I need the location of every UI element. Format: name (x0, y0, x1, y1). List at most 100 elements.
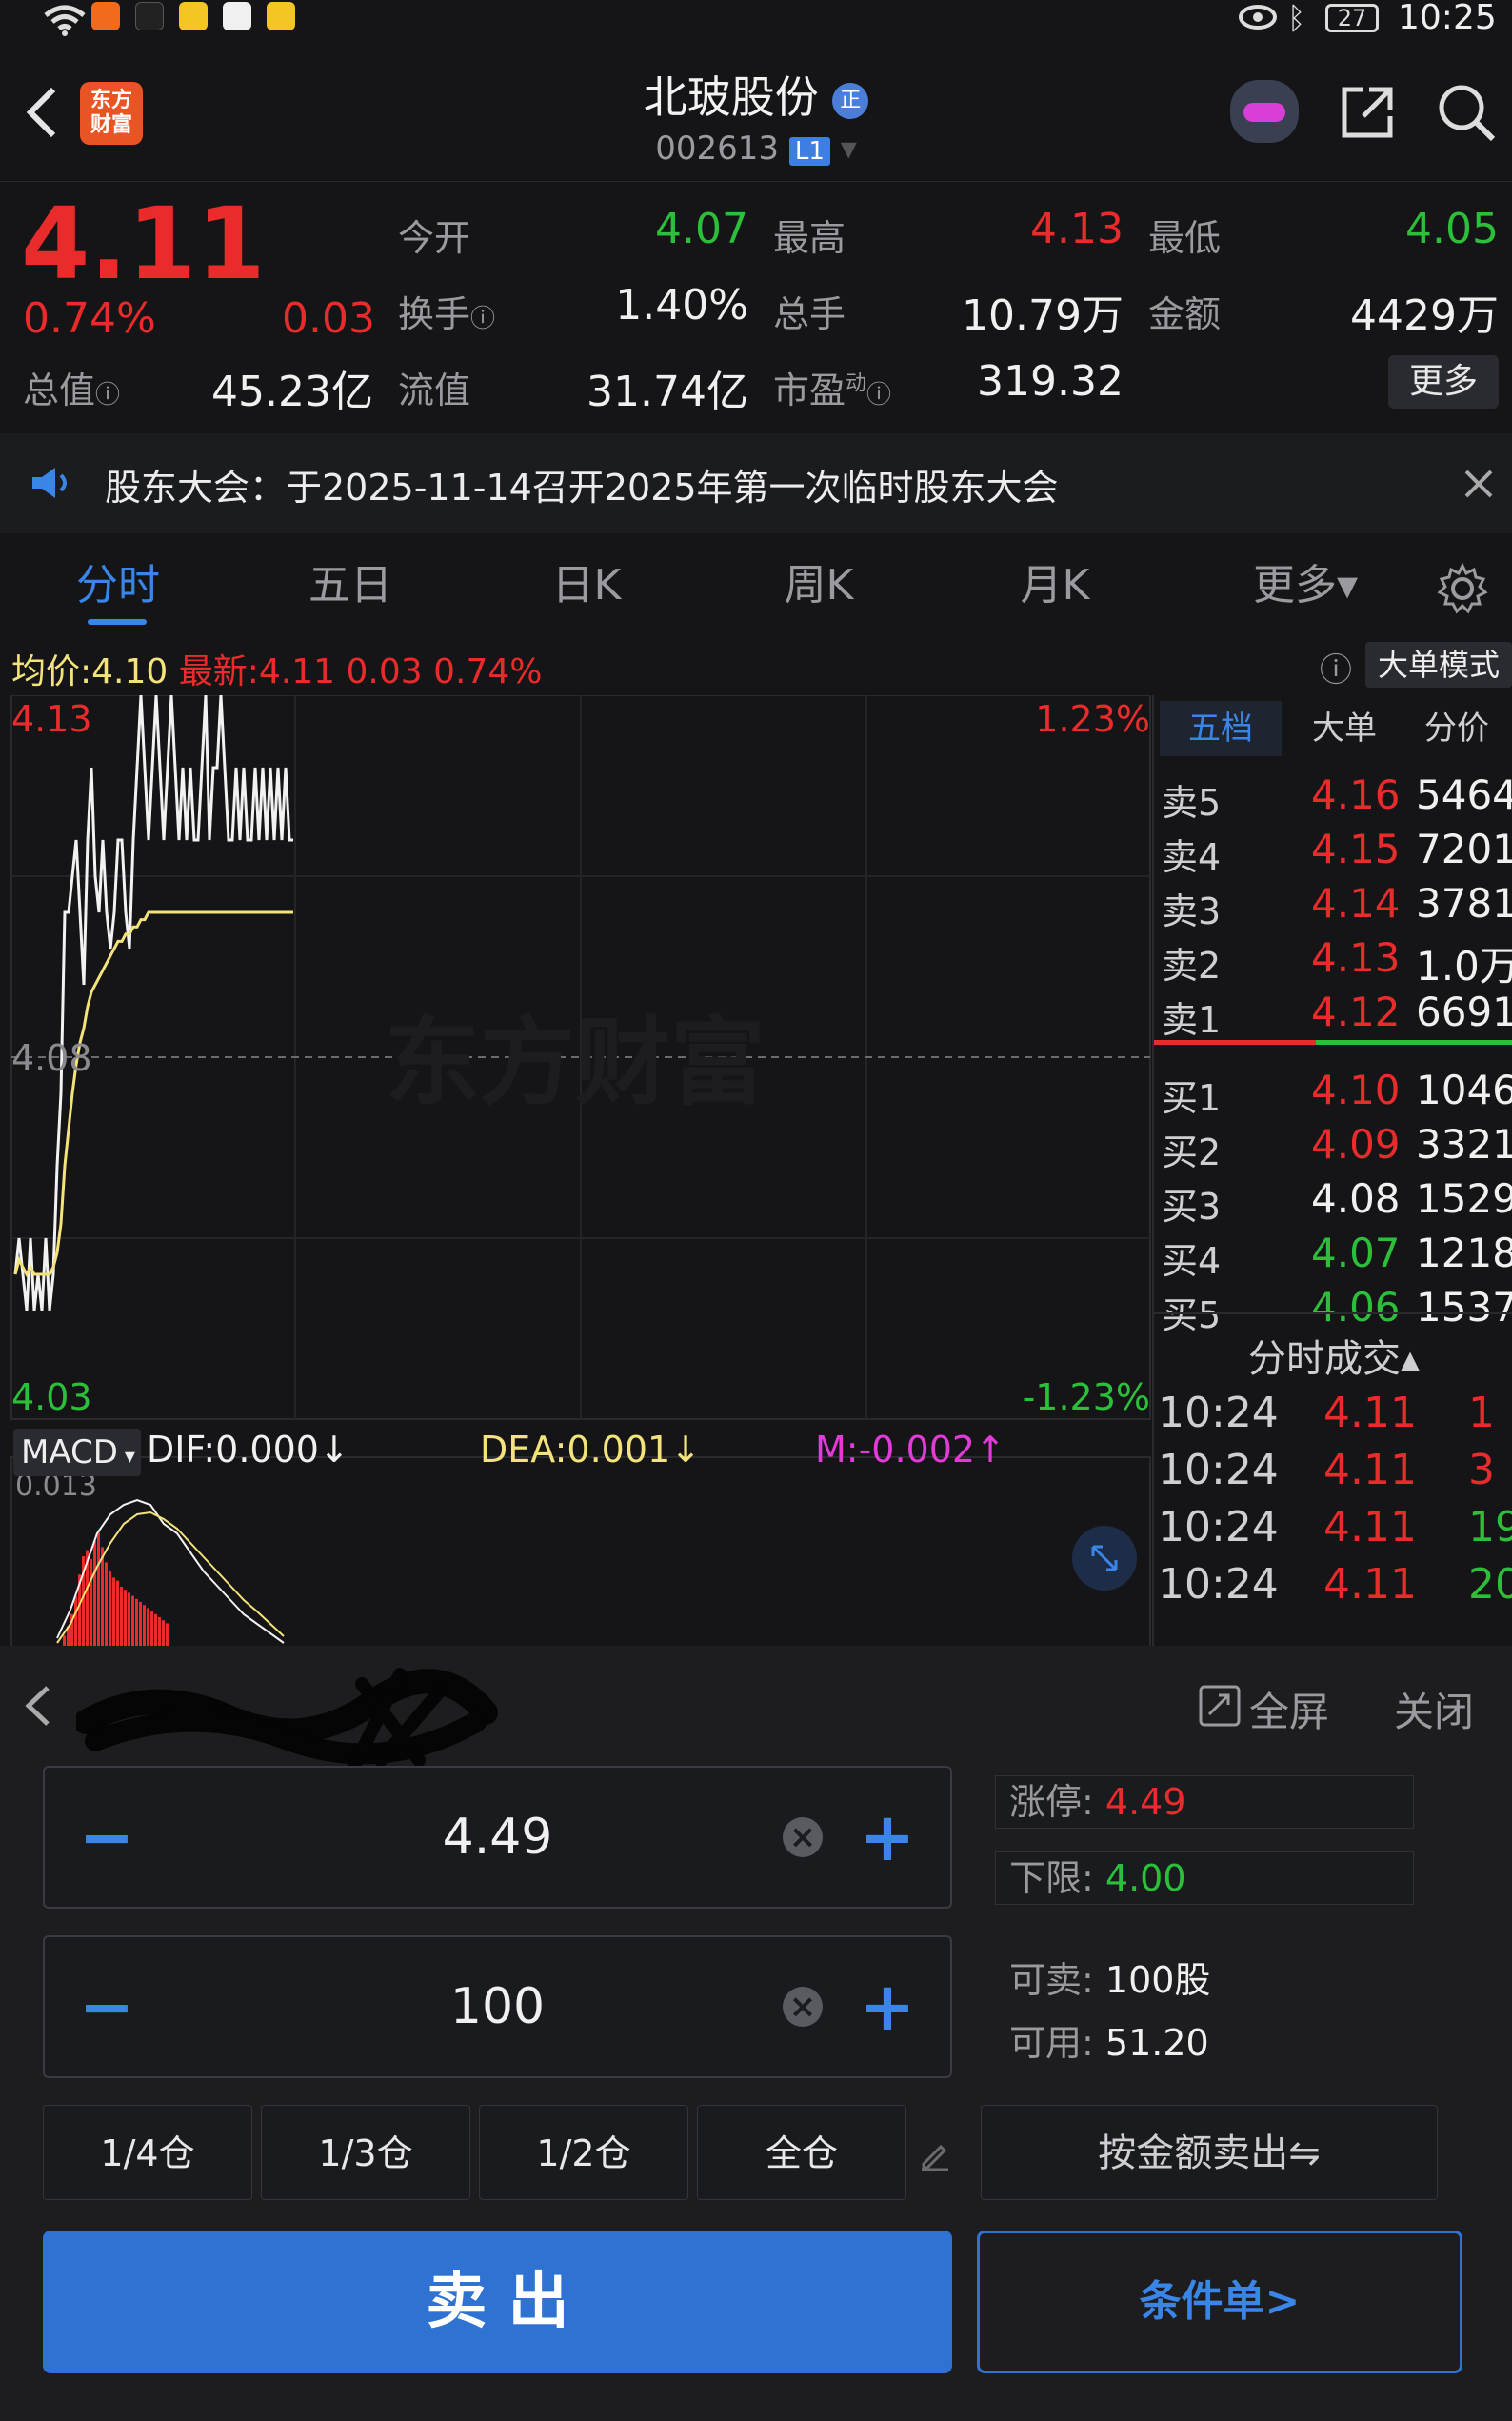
ask-level-row[interactable]: 卖5 4.16 5464 (1154, 770, 1512, 824)
macd-bar (74, 1595, 77, 1648)
level-label: 买2 (1162, 1131, 1222, 1173)
position-quarter-button[interactable]: 1/4仓 (43, 2105, 252, 2200)
ask-level-row[interactable]: 卖2 4.13 1.0万 (1154, 932, 1512, 990)
sellable-info: 可卖: 100股 (1009, 1959, 1211, 2001)
level-volume: 1218 (1416, 1230, 1512, 1276)
ask-level-row[interactable]: 卖1 4.12 6691 (1154, 987, 1512, 1041)
amount-value: 4429万 (1350, 291, 1499, 340)
close-icon[interactable] (1462, 468, 1495, 500)
level-price: 4.06 (1311, 1284, 1401, 1331)
panel-back-icon[interactable] (19, 1682, 57, 1730)
ask-level-row[interactable]: 卖4 4.15 7201 (1154, 824, 1512, 878)
axis-bottom-pct: -1.23% (1023, 1376, 1150, 1418)
tab-price-dist[interactable]: 分价 (1409, 701, 1504, 756)
expand-icon[interactable] (1072, 1526, 1137, 1591)
level-price: 4.10 (1311, 1067, 1401, 1113)
chevron-down-icon: ▾ (840, 130, 857, 168)
axis-bottom-price: 4.03 (11, 1376, 92, 1418)
tab-monthly-k[interactable]: 月K (994, 533, 1116, 638)
tab-five-levels[interactable]: 五档 (1160, 701, 1282, 756)
level-price: 4.09 (1311, 1121, 1401, 1168)
qty-plus-button[interactable]: + (845, 1937, 930, 2076)
macd-bar (128, 1592, 130, 1648)
settings-gear-icon[interactable] (1436, 562, 1489, 615)
verified-badge-icon: 正 (832, 82, 869, 119)
order-book-panel: 五档 大单 分价 卖5 4.16 5464 卖4 4.15 7201 卖3 4.14 3781 卖… (1152, 695, 1512, 1648)
lower-limit-info[interactable]: 下限: 4.00 (995, 1851, 1414, 1905)
macd-bar (131, 1595, 134, 1648)
quantity-stepper[interactable]: − 100 × + (43, 1935, 952, 2078)
active-tab-indicator (88, 619, 147, 625)
trade-price: 4.11 (1323, 1446, 1417, 1494)
limit-up-info[interactable]: 涨停: 4.49 (995, 1775, 1414, 1829)
trade-row: 10:24 4.11 3 (1154, 1446, 1512, 1503)
level-label: 卖2 (1162, 945, 1222, 987)
macd-bar (97, 1531, 100, 1648)
axis-mid-price: 4.08 (11, 1037, 92, 1079)
share-icon[interactable] (1337, 82, 1398, 143)
bluetooth-icon: ᛒ (1287, 0, 1306, 36)
price-plus-button[interactable]: + (845, 1768, 930, 1907)
robot-assistant-icon[interactable] (1230, 80, 1299, 143)
tab-more[interactable]: 更多▾ (1234, 533, 1377, 638)
level-label: 买4 (1162, 1240, 1222, 1282)
trade-volume: 20 (1468, 1560, 1512, 1609)
sell-button[interactable]: 卖 出 (43, 2231, 952, 2373)
conditional-order-button[interactable]: 条件单> (977, 2231, 1462, 2373)
position-full-button[interactable]: 全仓 (697, 2105, 906, 2200)
tab-five-day[interactable]: 五日 (289, 533, 411, 638)
sell-by-amount-button[interactable]: 按金额卖出⇋ (981, 2105, 1438, 2200)
open-value: 4.07 (655, 205, 748, 253)
level-price: 4.16 (1311, 771, 1401, 818)
macd-selector[interactable]: MACD ▾ (13, 1429, 141, 1476)
macd-bar (93, 1541, 96, 1648)
price-clear-icon[interactable]: × (783, 1817, 823, 1857)
bid-level-row[interactable]: 买2 4.09 3321 (1154, 1119, 1512, 1173)
bid-level-row[interactable]: 买4 4.07 1218 (1154, 1228, 1512, 1282)
axis-top-pct: 1.23% (1035, 698, 1150, 740)
help-icon[interactable]: ⓘ (1320, 644, 1352, 690)
wifi-icon (44, 5, 86, 36)
position-half-button[interactable]: 1/2仓 (479, 2105, 688, 2200)
trades-header[interactable]: 分时成交▴ (1154, 1328, 1512, 1383)
bid-level-row[interactable]: 买1 4.10 1046 (1154, 1065, 1512, 1119)
high-label: 最高 (773, 217, 846, 259)
app-a-icon (179, 2, 208, 30)
macd-bar (101, 1547, 104, 1648)
level-price: 4.08 (1311, 1175, 1401, 1222)
level-volume: 1529 (1416, 1175, 1512, 1222)
float-value: 31.74亿 (587, 368, 748, 416)
tab-big-orders[interactable]: 大单 (1297, 701, 1392, 756)
stock-header: 东方 财富 北玻股份 正 002613 L1 ▾ (0, 38, 1512, 181)
fullscreen-button[interactable]: 全屏 (1249, 1680, 1329, 1738)
notice-text: 股东大会：于2025-11-14召开2025年第一次临时股东大会 (105, 467, 1059, 509)
level-volume: 1537 (1416, 1284, 1512, 1331)
intraday-chart-svg[interactable]: 东方财富 4.13 4.08 4.03 1.23% -1.23% 0.013 (0, 695, 1152, 1648)
trade-price: 4.11 (1323, 1389, 1417, 1437)
search-icon[interactable] (1436, 82, 1497, 143)
level-volume: 1046 (1416, 1067, 1512, 1113)
level-price: 4.15 (1311, 826, 1401, 872)
price-stepper[interactable]: − 4.49 × + (43, 1766, 952, 1909)
macd-bar (143, 1605, 146, 1648)
battery-icon: 27 (1325, 4, 1379, 32)
more-button[interactable]: 更多 (1388, 355, 1499, 409)
notice-bar[interactable]: 股东大会：于2025-11-14召开2025年第一次临时股东大会 (0, 433, 1512, 533)
edit-pencil-icon[interactable] (918, 2137, 952, 2171)
status-bar: ᛒ 27 10:25 (0, 0, 1512, 38)
tab-daily-k[interactable]: 日K (526, 533, 647, 638)
big-order-mode-button[interactable]: 大单模式 (1365, 642, 1512, 688)
tab-weekly-k[interactable]: 周K (758, 533, 880, 638)
macd-bar (158, 1617, 161, 1648)
level-label: 卖4 (1162, 836, 1222, 878)
position-third-button[interactable]: 1/3仓 (261, 2105, 470, 2200)
qty-clear-icon[interactable]: × (783, 1987, 823, 2027)
macd-bar (105, 1562, 108, 1648)
app-box-icon (223, 2, 251, 30)
app-notification-icon (91, 2, 120, 30)
trade-time: 10:24 (1158, 1503, 1279, 1551)
fullscreen-icon[interactable] (1198, 1684, 1242, 1728)
close-panel-button[interactable]: 关闭 (1394, 1680, 1474, 1738)
bid-level-row[interactable]: 买3 4.08 1529 (1154, 1173, 1512, 1228)
ask-level-row[interactable]: 卖3 4.14 3781 (1154, 878, 1512, 932)
